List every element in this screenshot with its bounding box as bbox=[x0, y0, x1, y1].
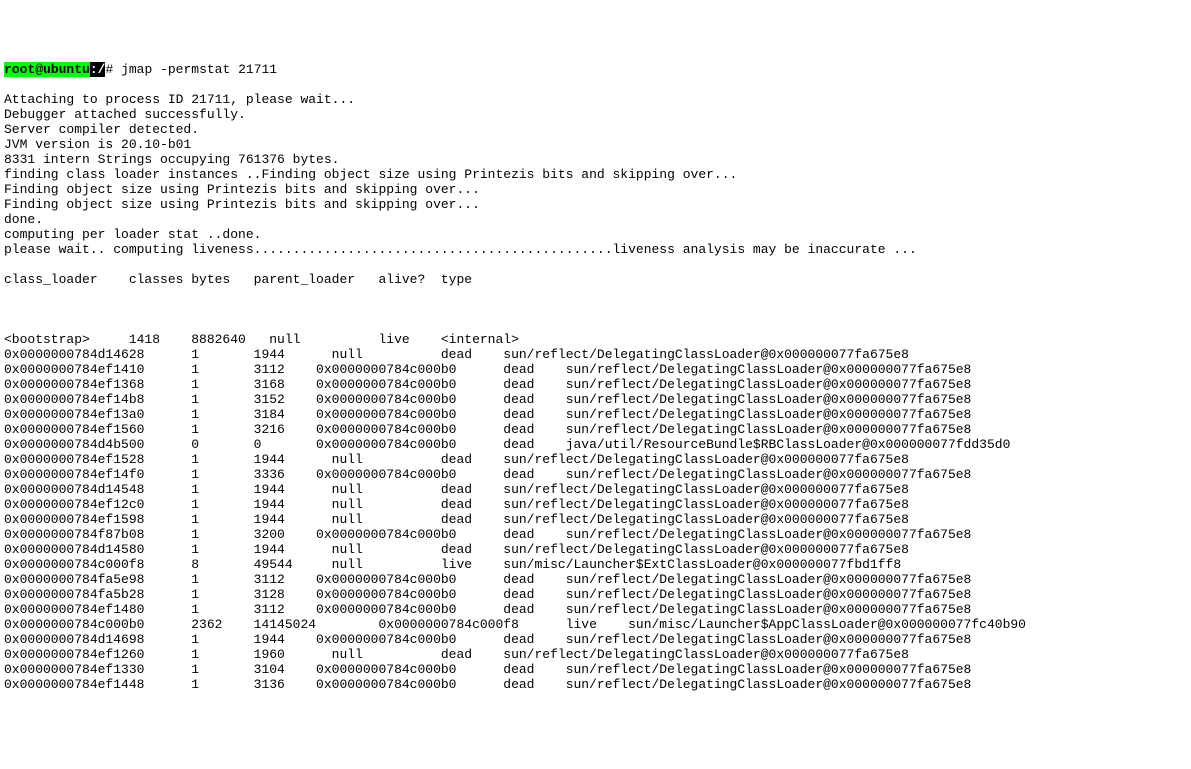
output-line: done. bbox=[4, 212, 1187, 227]
prompt-sep: : bbox=[90, 62, 98, 77]
table-row: 0x0000000784f87b08 1 3200 0x0000000784c0… bbox=[4, 527, 1187, 542]
table-row: 0x0000000784ef1560 1 3216 0x0000000784c0… bbox=[4, 422, 1187, 437]
table-row: 0x0000000784fa5e98 1 3112 0x0000000784c0… bbox=[4, 572, 1187, 587]
table-row: 0x0000000784d4b500 0 0 0x0000000784c000b… bbox=[4, 437, 1187, 452]
output-line: Finding object size using Printezis bits… bbox=[4, 197, 1187, 212]
table-row: 0x0000000784d14580 1 1944 null dead sun/… bbox=[4, 542, 1187, 557]
prompt-line: root@ubuntu:/# jmap -permstat 21711 bbox=[4, 62, 1187, 77]
output-line: JVM version is 20.10-b01 bbox=[4, 137, 1187, 152]
command-text[interactable]: jmap -permstat 21711 bbox=[113, 62, 277, 77]
output-line: 8331 intern Strings occupying 761376 byt… bbox=[4, 152, 1187, 167]
table-row: 0x0000000784fa5b28 1 3128 0x0000000784c0… bbox=[4, 587, 1187, 602]
output-line: Debugger attached successfully. bbox=[4, 107, 1187, 122]
table-row: <bootstrap> 1418 8882640 null live <inte… bbox=[4, 332, 1187, 347]
table-row: 0x0000000784ef14b8 1 3152 0x0000000784c0… bbox=[4, 392, 1187, 407]
table-row: 0x0000000784ef1528 1 1944 null dead sun/… bbox=[4, 452, 1187, 467]
table-row: 0x0000000784ef12c0 1 1944 null dead sun/… bbox=[4, 497, 1187, 512]
table-header: class_loader classes bytes parent_loader… bbox=[4, 272, 1187, 287]
output-line: finding class loader instances ..Finding… bbox=[4, 167, 1187, 182]
table-row: 0x0000000784ef1598 1 1944 null dead sun/… bbox=[4, 512, 1187, 527]
table-row: 0x0000000784c000b0 2362 14145024 0x00000… bbox=[4, 617, 1187, 632]
table-row: 0x0000000784d14698 1 1944 0x0000000784c0… bbox=[4, 632, 1187, 647]
table-row: 0x0000000784d14628 1 1944 null dead sun/… bbox=[4, 347, 1187, 362]
output-line: Finding object size using Printezis bits… bbox=[4, 182, 1187, 197]
table-row: 0x0000000784ef1410 1 3112 0x0000000784c0… bbox=[4, 362, 1187, 377]
table-row: 0x0000000784ef14f0 1 3336 0x0000000784c0… bbox=[4, 467, 1187, 482]
output-preamble: Attaching to process ID 21711, please wa… bbox=[4, 92, 1187, 257]
output-line: please wait.. computing liveness........… bbox=[4, 242, 1187, 257]
table-row: 0x0000000784ef1260 1 1960 null dead sun/… bbox=[4, 647, 1187, 662]
table-row: 0x0000000784ef1448 1 3136 0x0000000784c0… bbox=[4, 677, 1187, 692]
table-row: 0x0000000784ef1330 1 3104 0x0000000784c0… bbox=[4, 662, 1187, 677]
table-row: 0x0000000784ef1480 1 3112 0x0000000784c0… bbox=[4, 602, 1187, 617]
table-row: 0x0000000784ef13a0 1 3184 0x0000000784c0… bbox=[4, 407, 1187, 422]
prompt-user: root@ubuntu bbox=[4, 62, 90, 77]
output-line: Server compiler detected. bbox=[4, 122, 1187, 137]
table-row: 0x0000000784d14548 1 1944 null dead sun/… bbox=[4, 482, 1187, 497]
table-rows: <bootstrap> 1418 8882640 null live <inte… bbox=[4, 332, 1187, 692]
table-row: 0x0000000784c000f8 8 49544 null live sun… bbox=[4, 557, 1187, 572]
output-line: computing per loader stat ..done. bbox=[4, 227, 1187, 242]
output-line: Attaching to process ID 21711, please wa… bbox=[4, 92, 1187, 107]
blank-line bbox=[4, 302, 1187, 317]
table-row: 0x0000000784ef1368 1 3168 0x0000000784c0… bbox=[4, 377, 1187, 392]
